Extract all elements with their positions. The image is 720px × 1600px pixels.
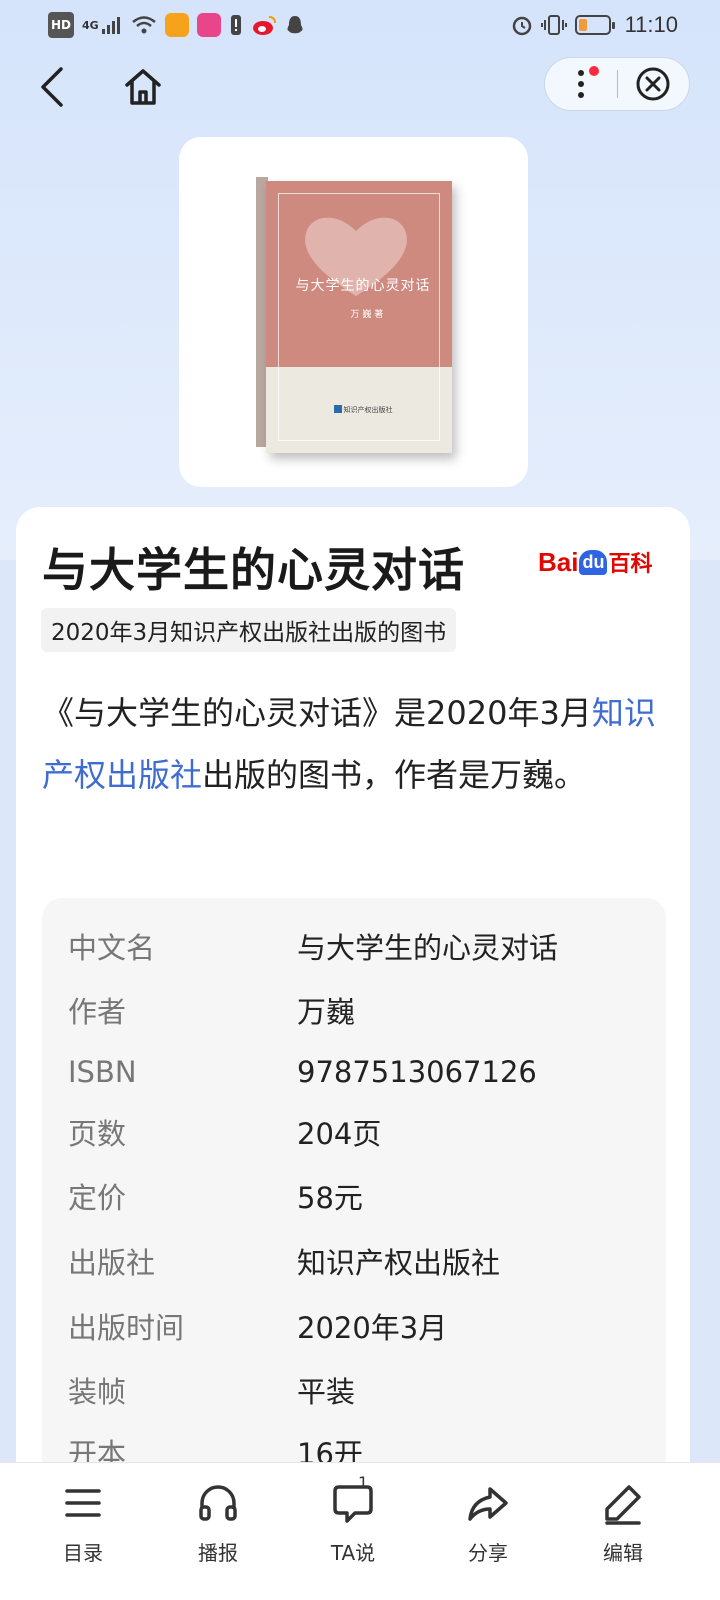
- share-button[interactable]: 分享: [433, 1479, 543, 1579]
- qq-icon: [285, 12, 305, 38]
- more-vertical-icon: [577, 70, 584, 98]
- info-key: 作者: [68, 995, 127, 1029]
- mini-program-capsule: [544, 57, 690, 111]
- entry-title: 与大学生的心灵对话: [42, 543, 465, 597]
- back-button[interactable]: [30, 62, 74, 112]
- book-front: 与大学生的心灵对话 万 巍 著 知识产权出版社: [265, 181, 452, 453]
- info-key: 中文名: [68, 931, 156, 965]
- publisher-logo-icon: [333, 405, 342, 413]
- cover-publisher: 知识产权出版社: [343, 406, 393, 414]
- home-icon: [125, 69, 161, 105]
- vibrate-icon: [540, 12, 567, 38]
- status-bar: HD 4G 11:10: [0, 0, 720, 50]
- info-row: 页数 204页: [42, 1102, 666, 1166]
- close-circle-icon: [636, 67, 670, 101]
- info-row: 定价 58元: [42, 1166, 666, 1230]
- info-row: 作者 万巍: [42, 980, 666, 1044]
- weibo-icon: [251, 12, 277, 38]
- signal-type: 4G: [82, 18, 99, 32]
- logo-text-bai: Bai: [538, 546, 579, 577]
- summary-prefix: 《与大学生的心灵对话》是2020年3月: [42, 694, 592, 732]
- info-key: 装帧: [68, 1375, 127, 1409]
- baidu-baike-logo[interactable]: Bai du 百科: [538, 540, 668, 584]
- share-icon: [468, 1487, 508, 1521]
- battery-icon: [574, 15, 615, 35]
- list-icon: [65, 1489, 101, 1517]
- catalog-button[interactable]: 目录: [28, 1479, 138, 1579]
- clock: 11:10: [624, 12, 678, 37]
- headphones-icon: [199, 1485, 237, 1521]
- more-button[interactable]: [545, 58, 617, 110]
- entry-summary: 《与大学生的心灵对话》是2020年3月知识产权出版社出版的图书，作者是万巍。: [42, 682, 672, 806]
- info-value: 58元: [297, 1181, 363, 1215]
- info-key: 出版社: [68, 1246, 156, 1280]
- info-value: 万巍: [297, 995, 356, 1029]
- notification-dot: [589, 66, 599, 76]
- cellular-signal-icon: 4G: [82, 12, 123, 38]
- info-key: 定价: [68, 1181, 127, 1215]
- alert-icon: [229, 12, 243, 38]
- book-cover-image: 与大学生的心灵对话 万 巍 著 知识产权出版社: [255, 167, 452, 457]
- alarm-icon: [511, 12, 533, 38]
- info-key: 出版时间: [68, 1311, 185, 1345]
- comment-count-badge: 1: [358, 1473, 369, 1492]
- info-value: 平装: [297, 1375, 356, 1409]
- close-button[interactable]: [618, 58, 690, 110]
- home-button[interactable]: [118, 62, 168, 112]
- edit-button[interactable]: 编辑: [568, 1479, 678, 1579]
- bottom-toolbar: 目录 播报 1 TA说 分享 编辑: [0, 1462, 720, 1600]
- app-notification-icon: [164, 13, 189, 37]
- info-value: 知识产权出版社: [297, 1246, 501, 1280]
- cover-author: 万 巍 著: [350, 310, 384, 320]
- hd-indicator: HD: [48, 12, 75, 38]
- info-key: ISBN: [68, 1055, 137, 1089]
- summary-suffix: 出版的图书，作者是万巍。: [202, 756, 587, 794]
- share-label: 分享: [468, 1541, 508, 1565]
- info-table: 中文名 与大学生的心灵对话 作者 万巍 ISBN 9787513067126 页数 20…: [42, 898, 666, 1478]
- wifi-icon: [131, 12, 157, 38]
- info-row: 出版时间 2020年3月: [42, 1296, 666, 1360]
- logo-text-du: du: [579, 549, 608, 575]
- info-row: 出版社 知识产权出版社: [42, 1231, 666, 1295]
- broadcast-button[interactable]: 播报: [163, 1479, 273, 1579]
- info-value: 9787513067126: [297, 1055, 537, 1089]
- info-key: 页数: [68, 1117, 127, 1151]
- info-value: 2020年3月: [297, 1311, 448, 1345]
- edit-label: 编辑: [603, 1541, 643, 1565]
- entry-subtitle: 2020年3月知识产权出版社出版的图书: [41, 608, 457, 652]
- battery-level: [578, 19, 587, 31]
- info-value: 与大学生的心灵对话: [297, 931, 559, 965]
- info-row: 中文名 与大学生的心灵对话: [42, 916, 666, 980]
- logo-text-baike: 百科: [608, 552, 653, 577]
- status-left: HD 4G: [48, 12, 305, 38]
- app-notification-icon-2: [196, 13, 221, 37]
- book-cover-card[interactable]: 与大学生的心灵对话 万 巍 著 知识产权出版社: [179, 137, 528, 487]
- status-right: 11:10: [511, 12, 678, 38]
- ta-comments-label: TA说: [330, 1541, 376, 1565]
- info-value: 204页: [297, 1117, 382, 1151]
- chevron-left-icon: [41, 67, 63, 107]
- edit-icon: [605, 1485, 641, 1525]
- info-row: 装帧 平装: [42, 1360, 666, 1424]
- info-row: ISBN 9787513067126: [42, 1040, 666, 1104]
- comment-icon: [333, 1485, 373, 1523]
- ta-comments-button[interactable]: 1 TA说: [298, 1473, 408, 1579]
- cover-title: 与大学生的心灵对话: [295, 278, 431, 294]
- broadcast-label: 播报: [198, 1541, 238, 1565]
- catalog-label: 目录: [63, 1541, 103, 1565]
